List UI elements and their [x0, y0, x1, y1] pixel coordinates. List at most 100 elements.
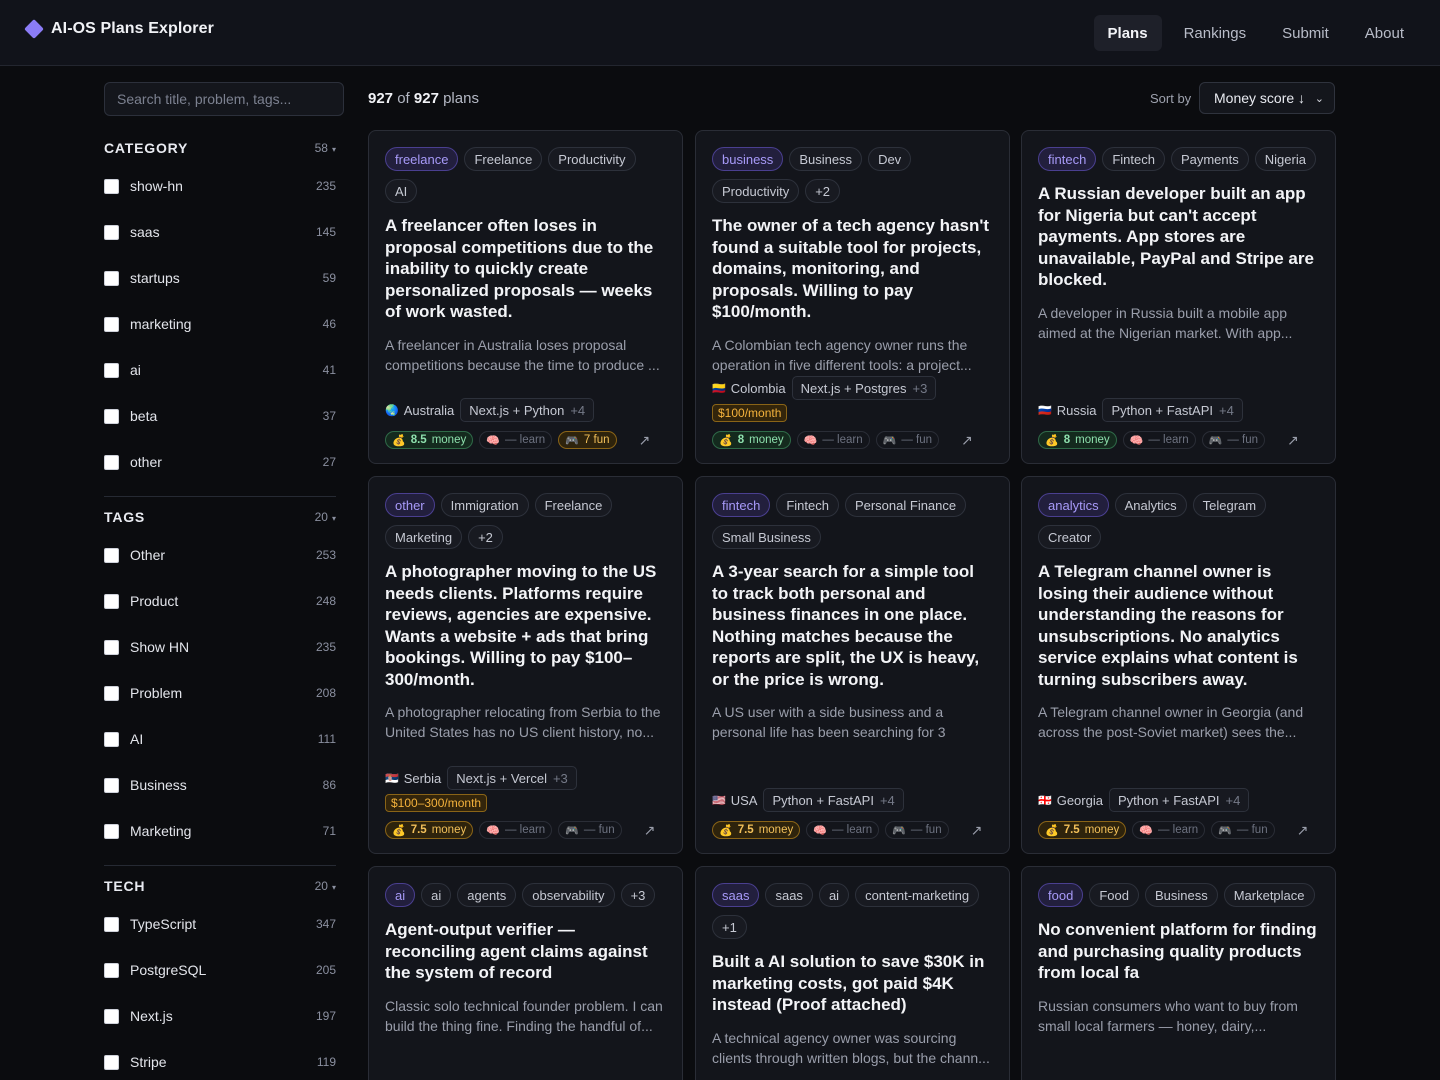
facet-category-4[interactable]: ai 41 [104, 358, 336, 382]
checkbox[interactable] [104, 270, 119, 286]
facet-category-3[interactable]: marketing 46 [104, 312, 336, 336]
facet-category-2[interactable]: startups 59 [104, 266, 336, 290]
open-arrow-icon[interactable]: ↗ [1297, 822, 1309, 839]
tags-header[interactable]: TAGS 20 ▾ [104, 506, 336, 528]
category-tag[interactable]: other [385, 493, 435, 517]
tag-chip[interactable]: agents [457, 883, 517, 907]
tag-chip[interactable]: Dev [868, 147, 912, 171]
card-title[interactable]: A Russian developer built an app for Nig… [1038, 183, 1319, 291]
facet-tag-4[interactable]: AI 111 [104, 727, 336, 751]
checkbox[interactable] [104, 1054, 119, 1070]
card-title[interactable]: Built a AI solution to save $30K in mark… [712, 951, 993, 1016]
facet-tech-0[interactable]: TypeScript 347 [104, 912, 336, 936]
category-tag[interactable]: fintech [1038, 147, 1097, 171]
facet-category-0[interactable]: show-hn 235 [104, 174, 336, 198]
plan-card[interactable]: food Food Business Marketplace No convenient… [1021, 866, 1336, 1080]
open-arrow-icon[interactable]: ↗ [644, 822, 656, 839]
facet-tech-3[interactable]: Stripe 119 [104, 1050, 336, 1074]
checkbox[interactable] [104, 547, 119, 563]
checkbox[interactable] [104, 316, 119, 332]
open-arrow-icon[interactable]: ↗ [971, 822, 983, 839]
checkbox[interactable] [104, 408, 119, 424]
tag-chip[interactable]: Creator [1038, 525, 1102, 549]
open-arrow-icon[interactable]: ↗ [961, 432, 973, 449]
plan-card[interactable]: ai ai agents observability +3 Agent-output ve… [368, 866, 683, 1080]
checkbox[interactable] [104, 823, 119, 839]
open-arrow-icon[interactable]: ↗ [639, 432, 651, 449]
category-tag[interactable]: food [1038, 883, 1084, 907]
tag-chip[interactable]: Freelance [534, 493, 613, 517]
category-tag[interactable]: fintech [712, 493, 771, 517]
card-title[interactable]: A freelancer often loses in proposal com… [385, 215, 666, 323]
checkbox[interactable] [104, 178, 119, 194]
plan-card[interactable]: saas saas ai content-marketing +1 Built a AI … [695, 866, 1010, 1080]
checkbox[interactable] [104, 731, 119, 747]
tag-chip[interactable]: content-marketing [855, 883, 980, 907]
card-title[interactable]: Agent-output verifier — reconciling agen… [385, 919, 666, 984]
tag-chip[interactable]: Marketplace [1223, 883, 1315, 907]
tag-chip[interactable]: AI [385, 179, 418, 203]
tag-chip[interactable]: Payments [1170, 147, 1249, 171]
facet-category-6[interactable]: other 27 [104, 450, 336, 474]
facet-category-1[interactable]: saas 145 [104, 220, 336, 244]
card-title[interactable]: The owner of a tech agency hasn't found … [712, 215, 993, 323]
facet-tech-2[interactable]: Next.js 197 [104, 1004, 336, 1028]
category-header[interactable]: CATEGORY 58 ▾ [104, 137, 336, 159]
tag-chip[interactable]: Business [1144, 883, 1218, 907]
tag-chip[interactable]: Fintech [776, 493, 839, 517]
nav-plans[interactable]: Plans [1093, 15, 1162, 51]
tag-chip[interactable]: Immigration [440, 493, 529, 517]
checkbox[interactable] [104, 777, 119, 793]
tag-chip[interactable]: +3 [620, 883, 656, 907]
plan-card[interactable]: analytics Analytics Telegram Creator A Teleg… [1021, 476, 1336, 854]
card-title[interactable]: A 3-year search for a simple tool to tra… [712, 561, 993, 690]
tag-chip[interactable]: observability [522, 883, 615, 907]
tag-chip[interactable]: Small Business [712, 525, 821, 549]
nav-about[interactable]: About [1351, 15, 1418, 51]
search-input[interactable] [104, 82, 344, 116]
checkbox[interactable] [104, 454, 119, 470]
category-tag[interactable]: ai [385, 883, 416, 907]
card-title[interactable]: A Telegram channel owner is losing their… [1038, 561, 1319, 690]
plan-card[interactable]: freelance Freelance Productivity AI A freela… [368, 130, 683, 464]
plan-card[interactable]: business Business Dev Productivity +2 The own… [695, 130, 1010, 464]
tag-chip[interactable]: Analytics [1114, 493, 1187, 517]
facet-tag-6[interactable]: Marketing 71 [104, 819, 336, 843]
checkbox[interactable] [104, 685, 119, 701]
nav-submit[interactable]: Submit [1268, 15, 1343, 51]
sort-select[interactable]: Money score ↓ ⌄ [1199, 82, 1335, 114]
tag-chip[interactable]: +1 [712, 915, 747, 939]
checkbox[interactable] [104, 639, 119, 655]
checkbox[interactable] [104, 1008, 119, 1024]
tag-chip[interactable]: Personal Finance [844, 493, 967, 517]
tech-header[interactable]: TECH 20 ▾ [104, 875, 336, 897]
tag-chip[interactable]: Nigeria [1254, 147, 1316, 171]
facet-tech-1[interactable]: PostgreSQL 205 [104, 958, 336, 982]
category-tag[interactable]: business [712, 147, 784, 171]
tag-chip[interactable]: Food [1089, 883, 1139, 907]
facet-tag-0[interactable]: Other 253 [104, 543, 336, 567]
tag-chip[interactable]: +2 [468, 525, 503, 549]
tag-chip[interactable]: ai [818, 883, 850, 907]
facet-tag-1[interactable]: Product 248 [104, 589, 336, 613]
checkbox[interactable] [104, 593, 119, 609]
card-title[interactable]: A photographer moving to the US needs cl… [385, 561, 666, 690]
tag-chip[interactable]: Marketing [385, 525, 463, 549]
facet-tag-2[interactable]: Show HN 235 [104, 635, 336, 659]
checkbox[interactable] [104, 362, 119, 378]
plan-card[interactable]: fintech Fintech Payments Nigeria A Russian d… [1021, 130, 1336, 464]
open-arrow-icon[interactable]: ↗ [1287, 432, 1299, 449]
tag-chip[interactable]: Productivity [548, 147, 636, 171]
tag-chip[interactable]: Business [789, 147, 863, 171]
brand[interactable]: AI-OS Plans Explorer [24, 19, 214, 39]
checkbox[interactable] [104, 224, 119, 240]
checkbox[interactable] [104, 962, 119, 978]
plan-card[interactable]: fintech Fintech Personal Finance Small Busi… [695, 476, 1010, 854]
facet-tag-5[interactable]: Business 86 [104, 773, 336, 797]
nav-rankings[interactable]: Rankings [1170, 15, 1261, 51]
tag-chip[interactable]: +2 [805, 179, 841, 203]
tag-chip[interactable]: saas [765, 883, 813, 907]
tag-chip[interactable]: Freelance [464, 147, 543, 171]
category-tag[interactable]: freelance [385, 147, 459, 171]
facet-category-5[interactable]: beta 37 [104, 404, 336, 428]
